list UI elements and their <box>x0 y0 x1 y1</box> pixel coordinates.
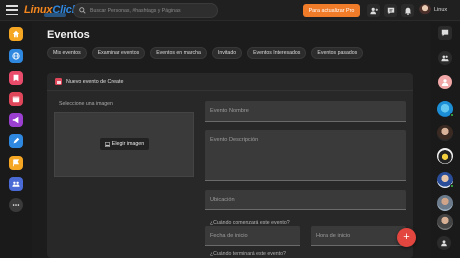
start-date-placeholder: Fecha de inicio <box>210 233 248 239</box>
online-status-icon <box>450 184 454 188</box>
contact-avatar-4[interactable] <box>437 148 453 164</box>
add-contact-icon[interactable] <box>437 236 451 250</box>
tab-ongoing-events[interactable]: Eventos en marcha <box>150 47 207 59</box>
contact-avatar-2[interactable] <box>437 101 454 117</box>
card-title: Nuevo evento de Create <box>66 78 124 85</box>
tab-interested-events[interactable]: Eventos Interesados <box>247 47 307 59</box>
choose-image-label: Elegir imagen <box>111 141 145 147</box>
start-time-field[interactable]: Hora de inicio <box>311 226 406 246</box>
search-box[interactable] <box>73 3 218 18</box>
search-input[interactable] <box>90 7 215 14</box>
events-tabs: Mis eventos Examinar eventos Eventos en … <box>47 47 364 59</box>
more-icon[interactable] <box>9 198 23 212</box>
blog-icon[interactable] <box>9 134 23 148</box>
messages-icon[interactable] <box>384 4 397 17</box>
hamburger-menu-icon[interactable] <box>6 5 18 15</box>
groups-icon[interactable] <box>9 177 23 191</box>
event-description-placeholder: Evento Descripción <box>210 137 259 143</box>
start-time-placeholder: Hora de inicio <box>316 233 351 239</box>
notifications-icon[interactable] <box>401 4 414 17</box>
home-icon[interactable] <box>9 27 23 41</box>
page-title: Eventos <box>47 29 90 41</box>
choose-image-button[interactable]: Elegir imagen <box>100 138 149 150</box>
contact-avatar-6[interactable] <box>437 195 453 211</box>
location-placeholder: Ubicación <box>210 197 235 203</box>
chat-icon[interactable] <box>438 26 452 40</box>
flag-icon[interactable] <box>9 156 23 170</box>
start-date-field[interactable]: Fecha de inicio <box>205 226 300 246</box>
people-icon[interactable] <box>438 51 452 65</box>
tab-browse-events[interactable]: Examinar eventos <box>91 47 146 59</box>
tab-invited[interactable]: Invitado <box>211 47 243 59</box>
image-icon <box>104 141 110 147</box>
contact-avatar-7[interactable] <box>437 214 453 230</box>
event-name-field[interactable]: Evento Nombre <box>205 101 406 122</box>
tab-my-events[interactable]: Mis eventos <box>47 47 87 59</box>
megaphone-icon[interactable] <box>9 113 23 127</box>
location-field[interactable]: Ubicación <box>205 190 406 210</box>
end-question-label: ¿Cuándo terminará este evento? <box>210 251 286 257</box>
add-user-icon[interactable] <box>367 4 380 17</box>
contact-avatar-5[interactable] <box>437 172 454 188</box>
contact-avatar-1[interactable] <box>438 75 452 89</box>
ticket-icon[interactable] <box>9 71 23 85</box>
image-label: Seleccione una imagen <box>59 101 113 107</box>
calendar-icon[interactable] <box>9 92 23 106</box>
contact-avatar-3[interactable] <box>437 125 453 141</box>
user-name[interactable]: Linux <box>434 7 447 13</box>
create-fab-button[interactable]: + <box>397 228 416 247</box>
online-status-icon <box>450 113 454 117</box>
globe-icon[interactable] <box>9 49 23 63</box>
event-name-placeholder: Evento Nombre <box>210 108 249 114</box>
tab-past-events[interactable]: Eventos pasados <box>311 47 364 59</box>
card-header: Nuevo evento de Create <box>47 73 413 91</box>
search-icon <box>79 7 86 14</box>
user-avatar[interactable] <box>419 4 431 16</box>
event-description-field[interactable]: Evento Descripción <box>205 130 406 181</box>
upgrade-pro-button[interactable]: Para actualizar Pro <box>303 4 360 17</box>
site-logo[interactable]: LinuxClick <box>24 4 78 17</box>
calendar-icon <box>55 78 62 85</box>
